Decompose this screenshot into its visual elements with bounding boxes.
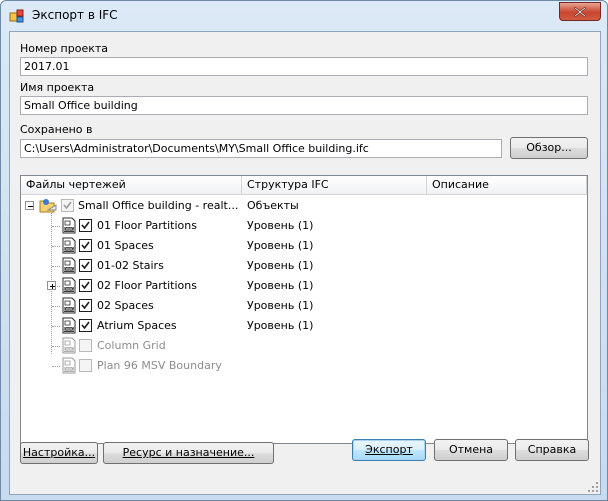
row-drawing-name: 01 Spaces bbox=[97, 239, 154, 252]
tree-connector-branch bbox=[52, 246, 60, 247]
svg-text:DWG: DWG bbox=[64, 227, 74, 232]
settings-button-label: Настройка... bbox=[22, 446, 96, 459]
tree-connector-branch bbox=[52, 306, 60, 307]
svg-text:DWG: DWG bbox=[64, 247, 74, 252]
resource-button-label: Ресурс и назначение... bbox=[122, 446, 255, 459]
svg-text:DWG: DWG bbox=[64, 287, 74, 292]
svg-text:DWG: DWG bbox=[64, 327, 74, 332]
tree-row[interactable]: DWG 01 Floor Partitions Уровень (1) bbox=[21, 216, 587, 236]
tree-row[interactable]: DWG 01 Spaces Уровень (1) bbox=[21, 236, 587, 256]
checkmark-icon bbox=[81, 261, 90, 270]
collapse-toggle[interactable] bbox=[25, 201, 34, 210]
resource-and-destination-button[interactable]: Ресурс и назначение... bbox=[103, 442, 274, 464]
dwg-file-icon: DWG bbox=[62, 217, 76, 234]
column-header-drawing-files[interactable]: Файлы чертежей bbox=[21, 176, 242, 194]
saved-to-label: Сохранено в bbox=[20, 123, 93, 136]
dwg-file-icon: DWG bbox=[62, 237, 76, 254]
tree-connector-branch bbox=[52, 346, 60, 347]
svg-text:DWG: DWG bbox=[64, 307, 74, 312]
row-drawing-name: 01-02 Stairs bbox=[97, 259, 164, 272]
checkmark-icon bbox=[81, 321, 90, 330]
row-ifc-structure: Уровень (1) bbox=[247, 319, 314, 332]
resize-grip-icon[interactable] bbox=[587, 481, 598, 492]
status-bar bbox=[10, 475, 600, 494]
row-checkbox[interactable] bbox=[79, 259, 92, 272]
tree-row[interactable]: DWG 02 Floor Partitions Уровень (1) bbox=[21, 276, 587, 296]
root-name: Small Office building - realt... bbox=[78, 199, 239, 212]
tree-row[interactable]: DWG 01-02 Stairs Уровень (1) bbox=[21, 256, 587, 276]
window-title: Экспорт в IFC bbox=[32, 8, 118, 22]
row-drawing-name: Column Grid bbox=[97, 339, 166, 352]
grid-header: Файлы чертежей Структура IFC Описание bbox=[21, 176, 587, 195]
dwg-file-icon: DWG bbox=[62, 257, 76, 274]
app-icon bbox=[9, 9, 24, 23]
tree-connector-branch bbox=[52, 266, 60, 267]
root-checkbox[interactable] bbox=[61, 199, 74, 212]
dwg-file-icon: DWG bbox=[62, 317, 76, 334]
export-button[interactable]: Экспорт bbox=[352, 439, 426, 461]
dialog-body: Номер проекта 2017.01 Имя проекта Small … bbox=[9, 31, 601, 495]
checkmark-icon bbox=[81, 221, 90, 230]
saved-to-field[interactable]: C:\Users\Administrator\Documents\MY\Smal… bbox=[20, 139, 502, 158]
dwg-file-icon: DWG bbox=[62, 277, 76, 294]
root-ifc-structure: Объекты bbox=[247, 199, 299, 212]
tree-root-row[interactable]: Small Office building - realt... Объекты bbox=[21, 196, 587, 216]
row-ifc-structure: Уровень (1) bbox=[247, 239, 314, 252]
row-checkbox[interactable] bbox=[79, 219, 92, 232]
close-button[interactable] bbox=[559, 2, 601, 21]
tree-row[interactable]: DWG Column Grid bbox=[21, 336, 587, 356]
svg-text:DWG: DWG bbox=[64, 367, 74, 372]
row-checkbox[interactable] bbox=[79, 279, 92, 292]
close-icon bbox=[574, 7, 586, 17]
row-ifc-structure: Уровень (1) bbox=[247, 259, 314, 272]
row-checkbox[interactable] bbox=[79, 319, 92, 332]
row-checkbox[interactable] bbox=[79, 339, 92, 352]
tree-row[interactable]: DWG Atrium Spaces Уровень (1) bbox=[21, 316, 587, 336]
project-number-label: Номер проекта bbox=[20, 42, 109, 55]
tree-connector-branch bbox=[52, 326, 60, 327]
dwg-file-icon: DWG bbox=[62, 297, 76, 314]
help-button[interactable]: Справка bbox=[515, 439, 589, 461]
cancel-button[interactable]: Отмена bbox=[434, 439, 508, 461]
row-ifc-structure: Уровень (1) bbox=[247, 299, 314, 312]
project-folder-icon bbox=[39, 199, 57, 213]
svg-text:DWG: DWG bbox=[64, 347, 74, 352]
project-name-label: Имя проекта bbox=[20, 81, 95, 94]
drawing-files-grid[interactable]: Файлы чертежей Структура IFC Описание Sm… bbox=[20, 175, 588, 444]
title-bar[interactable]: Экспорт в IFC bbox=[1, 1, 607, 31]
dwg-file-icon: DWG bbox=[62, 357, 76, 374]
svg-text:DWG: DWG bbox=[64, 267, 74, 272]
row-ifc-structure: Уровень (1) bbox=[247, 219, 314, 232]
checkmark-icon bbox=[81, 241, 90, 250]
dwg-file-icon: DWG bbox=[62, 337, 76, 354]
row-drawing-name: 02 Floor Partitions bbox=[97, 279, 197, 292]
tree-row[interactable]: DWG Plan 96 MSV Boundary bbox=[21, 356, 587, 376]
export-ifc-dialog: Экспорт в IFC Номер проекта 2017.01 Имя … bbox=[0, 0, 608, 501]
checkmark-icon bbox=[63, 201, 72, 210]
row-checkbox[interactable] bbox=[79, 359, 92, 372]
tree-connector-branch bbox=[52, 366, 60, 367]
settings-button[interactable]: Настройка... bbox=[20, 442, 98, 464]
column-header-ifc-structure[interactable]: Структура IFC bbox=[242, 176, 427, 194]
tree-connector-branch bbox=[52, 226, 60, 227]
tree-row[interactable]: DWG 02 Spaces Уровень (1) bbox=[21, 296, 587, 316]
row-drawing-name: 01 Floor Partitions bbox=[97, 219, 197, 232]
expand-toggle[interactable] bbox=[47, 281, 56, 290]
row-drawing-name: Plan 96 MSV Boundary bbox=[97, 359, 222, 372]
browse-button[interactable]: Обзор... bbox=[510, 137, 588, 159]
checkmark-icon bbox=[81, 301, 90, 310]
checkmark-icon bbox=[81, 281, 90, 290]
row-ifc-structure: Уровень (1) bbox=[247, 279, 314, 292]
row-checkbox[interactable] bbox=[79, 299, 92, 312]
project-name-field[interactable]: Small Office building bbox=[20, 96, 588, 115]
minus-icon bbox=[28, 206, 33, 207]
column-header-description[interactable]: Описание bbox=[427, 176, 587, 194]
row-drawing-name: 02 Spaces bbox=[97, 299, 154, 312]
export-button-label: Экспорт bbox=[365, 443, 413, 456]
project-number-field[interactable]: 2017.01 bbox=[20, 57, 588, 76]
plus-icon bbox=[50, 284, 55, 289]
row-drawing-name: Atrium Spaces bbox=[97, 319, 177, 332]
row-checkbox[interactable] bbox=[79, 239, 92, 252]
